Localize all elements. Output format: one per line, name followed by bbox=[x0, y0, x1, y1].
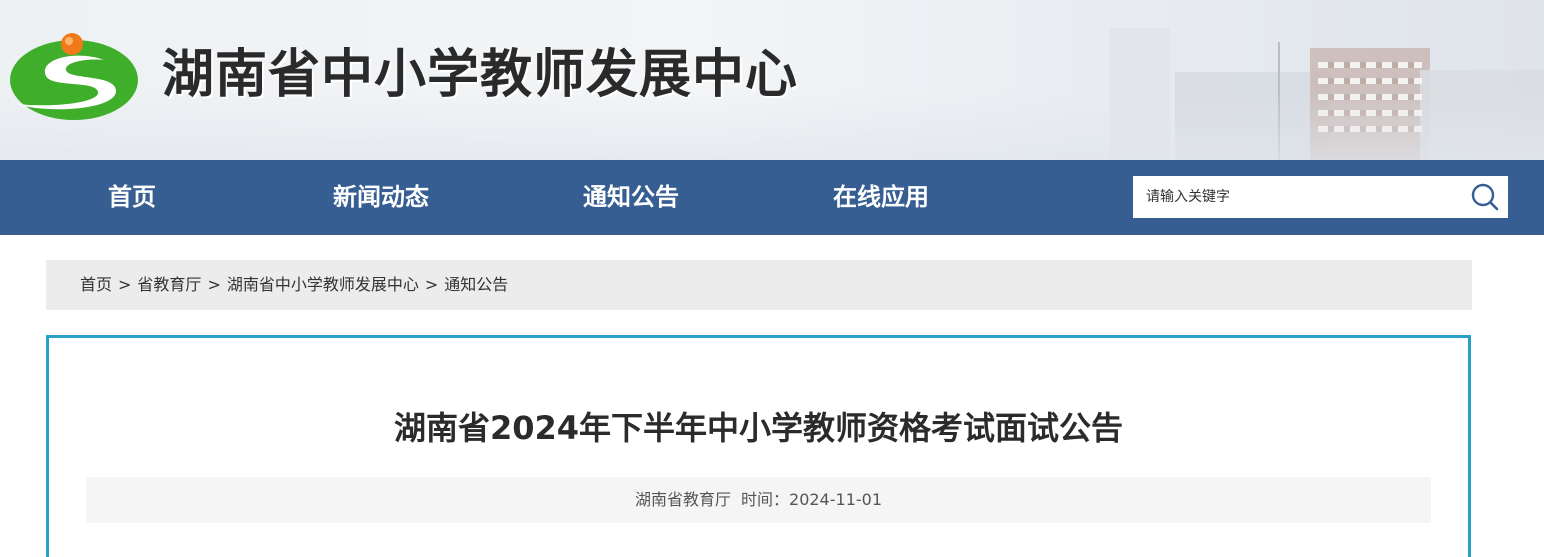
nav-item-notices[interactable]: 通知公告 bbox=[583, 160, 679, 235]
nav-item-news[interactable]: 新闻动态 bbox=[333, 160, 429, 235]
nav-item-home[interactable]: 首页 bbox=[108, 160, 156, 235]
article-title: 湖南省2024年下半年中小学教师资格考试面试公告 bbox=[393, 409, 1124, 447]
search-box bbox=[1133, 176, 1508, 218]
article-meta: 湖南省教育厅 时间：2024-11-01 bbox=[86, 477, 1431, 523]
article-date: 2024-11-01 bbox=[789, 490, 882, 509]
search-icon bbox=[1471, 183, 1499, 211]
breadcrumb-teacher-center[interactable]: 湖南省中小学教师发展中心 bbox=[227, 275, 419, 294]
banner-building-windows bbox=[1318, 62, 1422, 68]
breadcrumb: 首页 > 省教育厅 > 湖南省中小学教师发展中心 > 通知公告 bbox=[46, 260, 1472, 310]
breadcrumb-home[interactable]: 首页 bbox=[80, 275, 112, 294]
breadcrumb-notices[interactable]: 通知公告 bbox=[444, 275, 508, 294]
nav-item-online-apps[interactable]: 在线应用 bbox=[833, 160, 929, 235]
search-input[interactable] bbox=[1133, 176, 1463, 218]
header-banner: 湖南省中小学教师发展中心 bbox=[0, 0, 1544, 160]
article-container: 湖南省2024年下半年中小学教师资格考试面试公告 湖南省教育厅 时间：2024-1… bbox=[46, 335, 1471, 557]
article-source: 湖南省教育厅 bbox=[634, 490, 731, 509]
breadcrumb-separator: > bbox=[424, 275, 439, 294]
search-button[interactable] bbox=[1467, 176, 1508, 218]
breadcrumb-separator: > bbox=[118, 275, 132, 294]
banner-building-windows bbox=[1318, 78, 1422, 84]
site-title[interactable]: 湖南省中小学教师发展中心 bbox=[162, 40, 798, 110]
breadcrumb-separator: > bbox=[207, 275, 221, 294]
breadcrumb-education-dept[interactable]: 省教育厅 bbox=[137, 275, 201, 294]
article-time-label: 时间： bbox=[741, 490, 790, 509]
school-logo-icon[interactable] bbox=[8, 30, 140, 122]
